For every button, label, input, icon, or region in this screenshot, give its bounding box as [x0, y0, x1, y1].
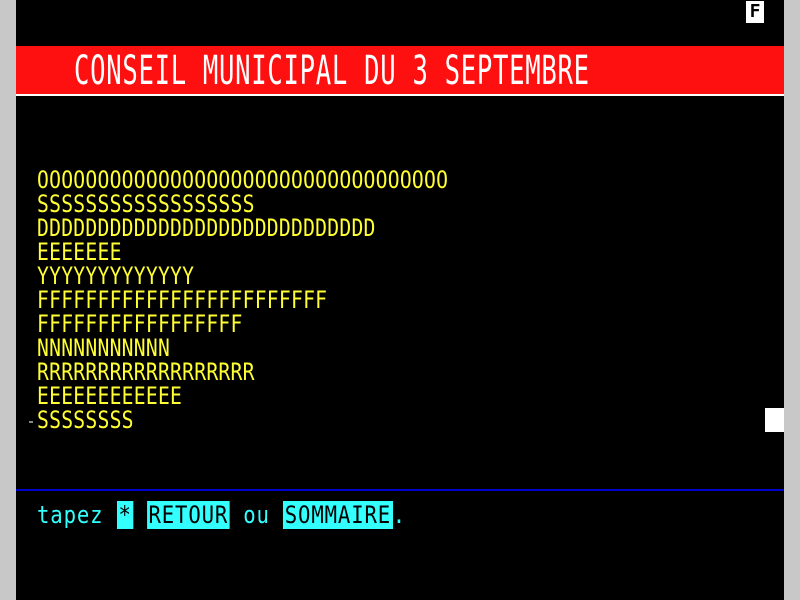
letter-row: SSSSSSSSSSSSSSSSSS: [37, 190, 255, 218]
letter-row: NNNNNNNNNNN: [37, 334, 171, 362]
page-title: CONSEIL MUNICIPAL DU 3 SEPTEMBRE: [74, 48, 590, 94]
mode-indicator: F: [746, 1, 764, 23]
letter-row: YYYYYYYYYYYYY: [37, 262, 195, 290]
footer-divider: [16, 489, 784, 491]
footer-connector: ou: [229, 501, 284, 529]
footer-prefix: tapez: [37, 501, 117, 529]
retour-key[interactable]: RETOUR: [146, 501, 230, 529]
letter-block: OOOOOOOOOOOOOOOOOOOOOOOOOOOOOOOOOO SSSSS…: [37, 168, 538, 432]
star-key[interactable]: *: [116, 501, 134, 529]
letter-row: FFFFFFFFFFFFFFFFFFFFFFFF: [37, 286, 328, 314]
sommaire-key[interactable]: SOMMAIRE: [283, 501, 393, 529]
letter-row: SSSSSSSS: [37, 406, 134, 434]
margin-tick: [29, 421, 33, 423]
text-cursor: [765, 408, 784, 432]
letter-row: OOOOOOOOOOOOOOOOOOOOOOOOOOOOOOOOOO: [37, 166, 449, 194]
letter-row: FFFFFFFFFFFFFFFFF: [37, 310, 243, 338]
minitel-screen: F CONSEIL MUNICIPAL DU 3 SEPTEMBRE OOOOO…: [16, 0, 784, 600]
footer-prompt: tapez * RETOUR ou SOMMAIRE.: [37, 501, 407, 529]
letter-row: EEEEEEEEEEEE: [37, 382, 183, 410]
letter-row: RRRRRRRRRRRRRRRRRR: [37, 358, 255, 386]
title-bar: CONSEIL MUNICIPAL DU 3 SEPTEMBRE: [16, 46, 784, 96]
letter-row: DDDDDDDDDDDDDDDDDDDDDDDDDDDD: [37, 214, 376, 242]
letter-row: EEEEEEE: [37, 238, 122, 266]
footer-suffix: .: [392, 501, 407, 529]
